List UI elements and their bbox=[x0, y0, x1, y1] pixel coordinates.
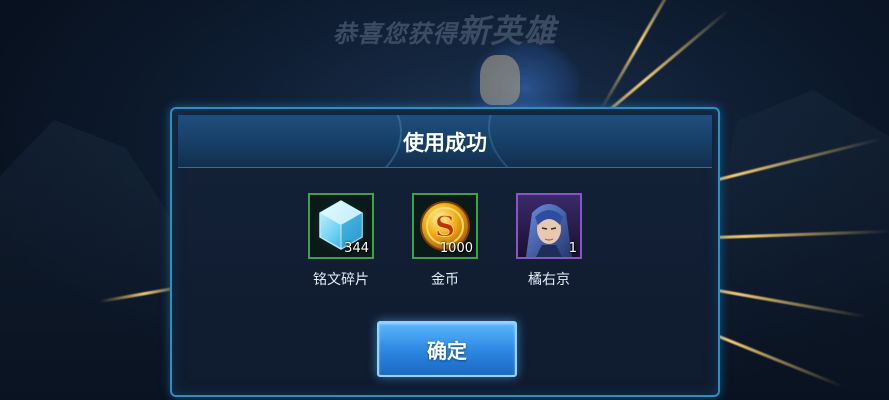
dialog-title: 使用成功 bbox=[403, 131, 487, 155]
background-ruins-left bbox=[0, 120, 180, 400]
reward-dialog: 使用成功 344 铭文碎片 S 1000 金币 1 橘右京 确定 bbox=[170, 107, 720, 397]
reward-count: 344 bbox=[344, 241, 369, 256]
reward-icon-frame: 1 bbox=[516, 193, 582, 259]
dialog-header: 使用成功 bbox=[178, 115, 712, 168]
confirm-button[interactable]: 确定 bbox=[377, 321, 517, 377]
reward-icon-frame: 344 bbox=[308, 193, 374, 259]
reward-item[interactable]: 344 铭文碎片 bbox=[306, 193, 376, 289]
background-hero-head bbox=[480, 55, 520, 105]
reward-count: 1000 bbox=[439, 241, 473, 256]
reward-count: 1 bbox=[568, 241, 577, 256]
banner-prefix: 恭喜您获得 bbox=[332, 20, 458, 48]
background-ruins-right bbox=[699, 90, 889, 400]
game-scene: 恭喜您获得新英雄 使用成功 344 铭文碎片 S 1000 金币 1 橘右京 确… bbox=[0, 0, 889, 400]
reward-name: 橘右京 bbox=[528, 272, 570, 288]
reward-item[interactable]: S 1000 金币 bbox=[410, 193, 480, 289]
reward-list: 344 铭文碎片 S 1000 金币 1 橘右京 bbox=[172, 193, 718, 289]
reward-name: 铭文碎片 bbox=[313, 272, 369, 288]
banner-highlight: 新英雄 bbox=[457, 12, 557, 50]
reward-banner: 恭喜您获得新英雄 bbox=[0, 6, 889, 52]
reward-icon-frame: S 1000 bbox=[412, 193, 478, 259]
reward-name: 金币 bbox=[431, 272, 459, 288]
svg-text:S: S bbox=[435, 210, 455, 243]
reward-item[interactable]: 1 橘右京 bbox=[514, 193, 584, 289]
